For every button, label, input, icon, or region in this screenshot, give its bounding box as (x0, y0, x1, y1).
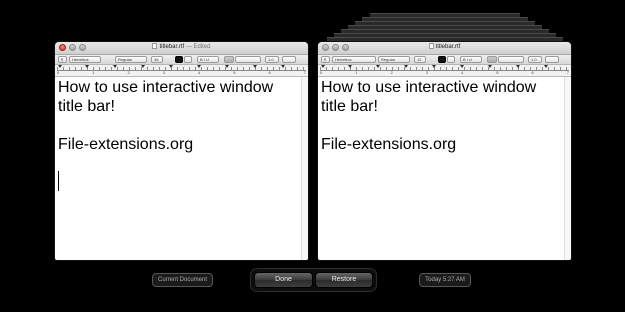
format-toolbar: ¶ Helvetica Regular 36 B I U 1.0 (55, 55, 308, 65)
title-bar[interactable]: titlebar.rtf (318, 42, 571, 55)
ruler-number: 0 (320, 70, 323, 75)
line-spacing-select[interactable]: 1.0 (265, 56, 279, 63)
format-toolbar: ¶ Helvetica Regular 12 B I U 1.0 (318, 55, 571, 65)
font-family-select[interactable]: Helvetica (332, 56, 376, 63)
bold-italic-underline-group[interactable]: B I U (197, 56, 219, 63)
window-title: titlebar.rtf — Edited (55, 43, 308, 50)
document-icon (152, 43, 158, 49)
document-icon (428, 43, 434, 49)
text-cursor (58, 171, 59, 191)
ruler-number: 3 (162, 70, 165, 75)
restore-button[interactable]: Restore (315, 272, 373, 288)
font-size-field[interactable]: 36 (151, 56, 163, 63)
ruler-number: 2 (390, 70, 393, 75)
current-document-window[interactable]: titlebar.rtf — Edited ¶ Helvetica Regula… (55, 42, 308, 260)
document-line: title bar! (321, 98, 378, 115)
highlight-color-swatch[interactable] (447, 56, 455, 63)
ruler-number: 0 (57, 70, 60, 75)
ruler-number: 6 (531, 70, 534, 75)
ruler-number: 4 (198, 70, 201, 75)
document-line: How to use interactive window (321, 79, 537, 96)
backup-document-window[interactable]: titlebar.rtf ¶ Helvetica Regular 12 B I … (318, 42, 571, 260)
ruler-number: 4 (461, 70, 464, 75)
alignment-group[interactable] (235, 56, 261, 63)
window-title: titlebar.rtf (318, 43, 571, 50)
done-button[interactable]: Done (254, 272, 313, 288)
ruler[interactable]: 0 1 2 3 4 5 6 7 (318, 65, 571, 77)
ruler-number: 1 (92, 70, 95, 75)
ruler-number: 1 (355, 70, 358, 75)
align-left-button[interactable] (487, 56, 497, 63)
font-style-select[interactable]: Regular (115, 56, 147, 63)
list-style-select[interactable] (282, 56, 296, 63)
scrollbar[interactable] (301, 77, 308, 260)
line-spacing-select[interactable]: 1.0 (528, 56, 542, 63)
ruler-number: 7 (303, 70, 306, 75)
document-line: title bar! (58, 98, 115, 115)
time-machine-buttons: Done Restore (251, 269, 376, 291)
document-line: How to use interactive window (58, 79, 274, 96)
highlight-color-swatch[interactable] (184, 56, 192, 63)
ruler-number: 5 (496, 70, 499, 75)
text-area[interactable]: How to use interactive window title bar!… (55, 77, 308, 260)
ruler-number: 3 (425, 70, 428, 75)
title-bar[interactable]: titlebar.rtf — Edited (55, 42, 308, 55)
styles-menu[interactable]: ¶ (58, 56, 67, 63)
document-line: File-extensions.org (321, 136, 457, 153)
text-area[interactable]: How to use interactive window title bar!… (318, 77, 571, 260)
ruler-number: 7 (566, 70, 569, 75)
ruler-number: 5 (233, 70, 236, 75)
text-color-swatch[interactable] (175, 56, 183, 63)
font-style-select[interactable]: Regular (378, 56, 410, 63)
font-size-field[interactable]: 12 (414, 56, 426, 63)
ruler[interactable]: 0 1 2 3 4 5 6 7 (55, 65, 308, 77)
backup-timestamp-label: Today 5:27 AM (419, 273, 471, 287)
bold-italic-underline-group[interactable]: B I U (460, 56, 482, 63)
scrollbar[interactable] (564, 77, 571, 260)
align-left-button[interactable] (224, 56, 234, 63)
document-line: File-extensions.org (58, 136, 194, 153)
list-style-select[interactable] (545, 56, 559, 63)
ruler-number: 6 (268, 70, 271, 75)
font-family-select[interactable]: Helvetica (69, 56, 101, 63)
alignment-group[interactable] (498, 56, 524, 63)
text-color-swatch[interactable] (438, 56, 446, 63)
edited-indicator: — Edited (185, 44, 211, 50)
current-document-label: Current Document (152, 273, 213, 287)
styles-menu[interactable]: ¶ (321, 56, 330, 63)
ruler-number: 2 (127, 70, 130, 75)
